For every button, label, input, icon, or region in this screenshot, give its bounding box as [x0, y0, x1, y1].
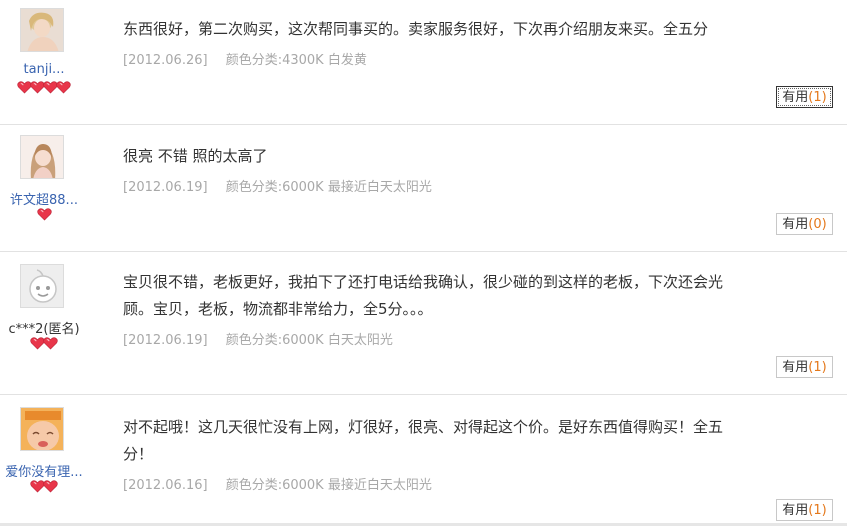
avatar-image	[21, 136, 63, 178]
review-sku: 颜色分类:6000K 最接近白天太阳光	[225, 180, 432, 195]
review-comment-line: 很亮 不错 照的太高了	[123, 147, 268, 165]
review-meta: [2012.06.26] 颜色分类:4300K 白发黄	[123, 49, 773, 68]
reviewer-name: c***2(匿名)	[8, 322, 80, 337]
review-content: 对不起哦！这几天很忙没有上网，灯很好，很亮、对得起这个价。是好东西值得购买！全五…	[123, 414, 773, 493]
buyer-rank-hearts	[0, 208, 88, 222]
heart-icon	[36, 208, 52, 221]
reviewer-name-link[interactable]: tanji...	[0, 62, 88, 77]
review-comment-line: 分！	[123, 445, 154, 463]
useful-label: 有用	[782, 217, 809, 232]
useful-count: (1)	[808, 503, 827, 518]
avatar[interactable]	[20, 8, 64, 52]
heart-icon	[43, 337, 58, 350]
heart-icon	[56, 81, 71, 94]
review-date: [2012.06.16]	[123, 478, 208, 493]
avatar-image	[21, 408, 63, 450]
useful-button[interactable]: 有用(1)	[776, 356, 833, 378]
review-item: c***2(匿名) 宝贝很不错，老板更好，我拍下了还打电话给我确认，很少碰的到这…	[0, 252, 847, 395]
review-sku: 颜色分类:6000K 最接近白天太阳光	[225, 478, 432, 493]
review-sku: 颜色分类:4300K 白发黄	[225, 53, 367, 68]
review-comment-line: 东西很好，第二次购买，这次帮同事买的。卖家服务很好，下次再介绍朋友来买。全五分	[123, 20, 709, 38]
review-comment-line: 顾。宝贝，老板，物流都非常给力，全5分。。。	[123, 300, 433, 318]
review-item: 爱你没有理... 对不起哦！这几天很忙没有上网，灯很好，很亮、对得起这个价。是好…	[0, 395, 847, 526]
useful-label: 有用	[782, 90, 809, 105]
review-content: 宝贝很不错，老板更好，我拍下了还打电话给我确认，很少碰的到这样的老板，下次还会光…	[123, 269, 773, 348]
review-content: 很亮 不错 照的太高了 [2012.06.19] 颜色分类:6000K 最接近白…	[123, 143, 773, 195]
review-meta: [2012.06.19] 颜色分类:6000K 最接近白天太阳光	[123, 176, 773, 195]
review-date: [2012.06.26]	[123, 53, 208, 68]
review-comment: 对不起哦！这几天很忙没有上网，灯很好，很亮、对得起这个价。是好东西值得购买！全五…	[123, 414, 773, 468]
review-comment-line: 宝贝很不错，老板更好，我拍下了还打电话给我确认，很少碰的到这样的老板，下次还会光	[123, 273, 724, 291]
review-comment: 宝贝很不错，老板更好，我拍下了还打电话给我确认，很少碰的到这样的老板，下次还会光…	[123, 269, 773, 323]
review-item: 许文超88... 很亮 不错 照的太高了 [2012.06.19] 颜色分类:6…	[0, 125, 847, 252]
reviewer-name-link[interactable]: 爱你没有理...	[0, 461, 88, 480]
useful-button[interactable]: 有用(0)	[776, 213, 833, 235]
review-item: tanji... 东西很好，第二次购买，这次帮同事买的。卖家服务很好，下次再介绍…	[0, 0, 847, 125]
useful-button[interactable]: 有用(1)	[776, 86, 833, 108]
useful-count: (1)	[808, 90, 827, 105]
review-comment-line: 对不起哦！这几天很忙没有上网，灯很好，很亮、对得起这个价。是好东西值得购买！全五	[123, 418, 724, 436]
review-meta: [2012.06.16] 颜色分类:6000K 最接近白天太阳光	[123, 474, 773, 493]
useful-label: 有用	[782, 360, 809, 375]
buyer-rank-hearts	[0, 81, 88, 95]
avatar[interactable]	[20, 407, 64, 451]
review-comment: 很亮 不错 照的太高了	[123, 143, 773, 170]
review-meta: [2012.06.19] 颜色分类:6000K 白天太阳光	[123, 329, 773, 348]
buyer-rank-hearts	[0, 480, 88, 494]
avatar[interactable]	[20, 135, 64, 179]
review-date: [2012.06.19]	[123, 180, 208, 195]
heart-icon	[43, 480, 58, 493]
default-avatar-icon	[21, 265, 63, 307]
useful-label: 有用	[782, 503, 809, 518]
useful-button[interactable]: 有用(1)	[776, 499, 833, 521]
review-comment: 东西很好，第二次购买，这次帮同事买的。卖家服务很好，下次再介绍朋友来买。全五分	[123, 16, 773, 43]
avatar-image	[21, 9, 63, 51]
review-sku: 颜色分类:6000K 白天太阳光	[225, 333, 393, 348]
avatar[interactable]	[20, 264, 64, 308]
useful-count: (1)	[808, 360, 827, 375]
buyer-rank-hearts	[0, 337, 88, 351]
review-date: [2012.06.19]	[123, 333, 208, 348]
useful-count: (0)	[808, 217, 827, 232]
reviewer-name-link[interactable]: 许文超88...	[0, 189, 88, 208]
review-content: 东西很好，第二次购买，这次帮同事买的。卖家服务很好，下次再介绍朋友来买。全五分 …	[123, 16, 773, 68]
